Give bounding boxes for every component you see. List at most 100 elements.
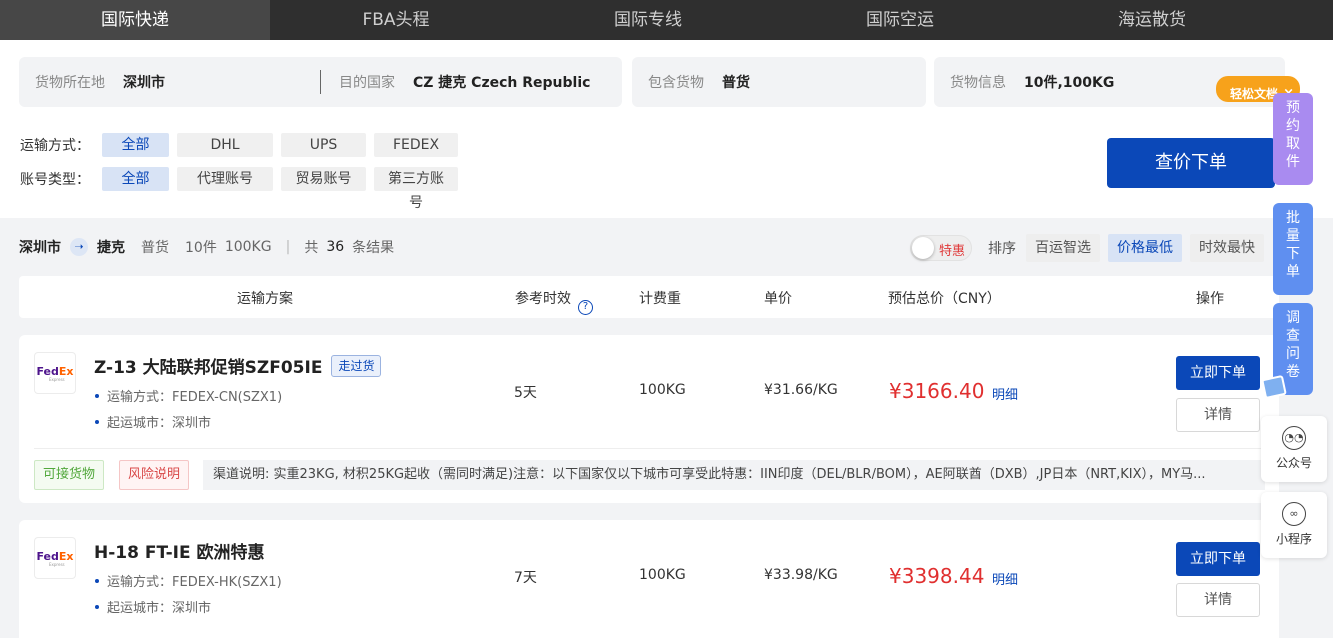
price-detail-link[interactable]: 明细 [992, 569, 1018, 588]
transit-time: 7天 [514, 570, 537, 586]
batch-char: 量 [1286, 228, 1300, 244]
total-price: ¥3398.44 [889, 564, 985, 588]
service-name: Z-13 大陆联邦促销SZF05IE 走过货 [94, 353, 382, 378]
fedex-logo: FedEx Express [34, 352, 76, 394]
service-name-text: H-18 FT-IE 欧洲特惠 [94, 543, 265, 563]
origin-city: 起运城市：深圳市 [95, 412, 211, 431]
details-button[interactable]: 详情 [1176, 583, 1260, 617]
tab-air-freight[interactable]: 国际空运 [774, 0, 1026, 40]
toggle-label: 特惠 [939, 244, 966, 259]
price-detail-link[interactable]: 明细 [992, 384, 1018, 403]
summary-suffix: 条结果 [352, 240, 395, 256]
header-unit-price: 单价 [764, 291, 792, 307]
billing-weight: 100KG [639, 567, 686, 583]
tab-fba[interactable]: FBA头程 [270, 0, 522, 40]
header-plan: 运输方案 [237, 291, 293, 307]
unit-price: ¥31.66/KG [764, 382, 838, 398]
service-name-text: Z-13 大陆联邦促销SZF05IE [94, 358, 323, 378]
pickup-char: 取 [1286, 136, 1300, 152]
transport-dhl[interactable]: DHL [177, 133, 273, 157]
tab-international-express[interactable]: 国际快递 [0, 0, 270, 40]
survey-char: 调 [1286, 310, 1300, 326]
promo-text: 轻松文档 [1230, 87, 1279, 101]
result-card: FedEx Express H-18 FT-IE 欧洲特惠 运输方式：FEDEX-… [19, 520, 1279, 638]
order-now-button[interactable]: 立即下单 [1176, 356, 1260, 390]
transport-label: 运输方式： [20, 138, 90, 154]
query-order-button[interactable]: 查价下单 [1107, 138, 1275, 188]
result-card: FedEx Express Z-13 大陆联邦促销SZF05IE 走过货 运输方式… [19, 335, 1279, 503]
goods-value[interactable]: 普货 [722, 72, 750, 92]
cargo-info-value[interactable]: 10件,100KG [1024, 72, 1114, 92]
survey-char: 问 [1286, 346, 1300, 362]
origin-value[interactable]: 深圳市 [123, 72, 165, 92]
transport-all[interactable]: 全部 [102, 133, 169, 157]
table-header: 运输方案 参考时效? 计费重 单价 预估总价（CNY） 操作 [19, 276, 1279, 318]
summary-divider: | [285, 239, 291, 255]
summary-goods: 普货 [141, 240, 169, 256]
header-time: 参考时效? [515, 288, 593, 315]
transport-fedex[interactable]: FEDEX [374, 133, 458, 157]
summary-count: 36 [326, 239, 345, 255]
field-separator [320, 70, 321, 94]
header-time-text: 参考时效 [515, 291, 571, 307]
dest-value[interactable]: CZ 捷克 Czech Republic [413, 72, 590, 92]
tab-sea-freight[interactable]: 海运散货 [1026, 0, 1278, 40]
tab-dedicated-line[interactable]: 国际专线 [522, 0, 774, 40]
mini-program[interactable]: ∞ 小程序 [1261, 492, 1327, 558]
survey-button[interactable]: 调 查 问 卷 [1261, 303, 1313, 400]
card-divider [34, 448, 1264, 449]
special-offer-toggle[interactable]: 特惠 [910, 235, 972, 261]
wechat-label: 公众号 [1275, 456, 1312, 470]
wechat-official-account[interactable]: ◔◔ 公众号 [1261, 416, 1327, 482]
sort-lowest-price[interactable]: 价格最低 [1108, 234, 1182, 262]
total-price: ¥3166.40 [889, 379, 985, 403]
billing-weight: 100KG [639, 382, 686, 398]
summary-weight: 100KG [224, 239, 272, 255]
account-all[interactable]: 全部 [102, 167, 169, 191]
summary-dest: 捷克 [97, 240, 125, 256]
status-badge: 走过货 [331, 354, 382, 377]
transport-method: 运输方式：FEDEX-CN(SZX1) [95, 386, 282, 405]
origin-dest-field[interactable]: 货物所在地 深圳市 目的国家 CZ 捷克 Czech Republic [19, 57, 622, 107]
pickup-char: 预 [1286, 100, 1300, 116]
unit-price: ¥33.98/KG [764, 567, 838, 583]
toggle-knob [912, 237, 934, 259]
arrow-right-icon: ➝ [70, 238, 88, 256]
pickup-booking-button[interactable]: 预 约 取 件 [1273, 93, 1313, 185]
sort-bar: 特惠 排序 百运智选 价格最低 时效最快 [910, 233, 1272, 263]
summary-pieces: 10件 [185, 240, 217, 256]
account-label: 账号类型： [20, 172, 90, 188]
top-nav: 国际快递 FBA头程 国际专线 国际空运 海运散货 [0, 0, 1333, 40]
wechat-icon: ◔◔ [1282, 426, 1306, 450]
summary-origin: 深圳市 [19, 240, 61, 256]
transport-method: 运输方式：FEDEX-HK(SZX1) [95, 571, 282, 590]
account-agent[interactable]: 代理账号 [177, 167, 273, 191]
channel-note: 渠道说明: 实重23KG, 材积25KG起收（需同时满足)注意：以下国家仅以下城… [203, 460, 1265, 490]
batch-char: 单 [1286, 264, 1300, 280]
order-now-button[interactable]: 立即下单 [1176, 542, 1260, 576]
search-panel: 货物所在地 深圳市 目的国家 CZ 捷克 Czech Republic 包含货物… [0, 40, 1333, 218]
details-button[interactable]: 详情 [1176, 398, 1260, 432]
risk-notice-tag[interactable]: 风险说明 [119, 460, 190, 490]
sort-fastest[interactable]: 时效最快 [1190, 234, 1264, 262]
batch-char: 批 [1286, 210, 1300, 226]
acceptable-goods-tag[interactable]: 可接货物 [34, 460, 105, 490]
account-trade[interactable]: 贸易账号 [281, 167, 366, 191]
mini-program-icon: ∞ [1282, 502, 1306, 526]
pickup-char: 件 [1286, 154, 1300, 170]
account-third-party[interactable]: 第三方账号 [374, 167, 458, 211]
cargo-info-label: 货物信息 [950, 75, 1006, 91]
batch-order-button[interactable]: 批 量 下 单 [1273, 203, 1313, 295]
origin-city: 起运城市：深圳市 [95, 597, 211, 616]
origin-label: 货物所在地 [35, 75, 105, 91]
transport-ups[interactable]: UPS [281, 133, 366, 157]
dest-label: 目的国家 [339, 75, 395, 91]
fedex-logo: FedEx Express [34, 537, 76, 579]
sort-smart[interactable]: 百运智选 [1026, 234, 1100, 262]
transit-time: 5天 [514, 385, 537, 401]
help-icon[interactable]: ? [578, 300, 593, 315]
batch-char: 下 [1286, 246, 1300, 262]
header-total: 预估总价（CNY） [888, 291, 1001, 307]
mini-program-label: 小程序 [1275, 532, 1312, 546]
goods-field[interactable]: 包含货物 普货 [632, 57, 926, 107]
